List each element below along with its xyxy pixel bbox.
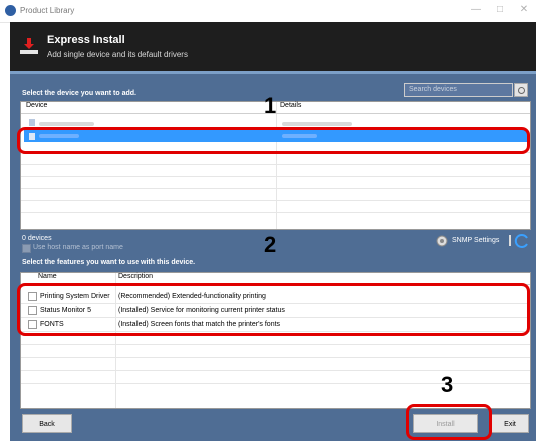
row-divider — [21, 176, 530, 177]
row-divider — [21, 370, 530, 371]
minimize-button[interactable]: — — [466, 4, 486, 15]
highlight-box-2 — [17, 283, 530, 336]
description-column-header: Description — [118, 273, 154, 280]
exit-button[interactable]: Exit — [491, 414, 529, 433]
name-column-header: Name — [38, 273, 57, 280]
refresh-icon[interactable] — [514, 233, 530, 249]
device-section-label: Select the device you want to add. — [22, 90, 136, 97]
row-divider — [21, 188, 530, 189]
device-icon — [29, 119, 35, 126]
page-subtitle: Add single device and its default driver… — [47, 50, 188, 59]
title-bar: Product Library — □ ✕ — [0, 0, 536, 23]
annotation-2: 2 — [264, 232, 277, 257]
app-icon — [5, 5, 16, 16]
highlight-box-3 — [406, 404, 492, 440]
device-count: 0 devices — [22, 235, 52, 242]
annotation-1: 1 — [264, 93, 277, 118]
divider — [509, 235, 511, 246]
highlight-box-1 — [17, 127, 530, 154]
search-icon[interactable] — [514, 83, 528, 97]
features-section-label: Select the features you want to use with… — [22, 259, 196, 266]
close-button[interactable]: ✕ — [514, 4, 534, 15]
device-table: Device Details — [20, 101, 531, 230]
row-divider — [21, 212, 530, 213]
snmp-settings-icon[interactable] — [436, 234, 450, 248]
window-title: Product Library — [20, 6, 75, 15]
row-divider — [21, 164, 530, 165]
device-details-redacted — [282, 122, 352, 126]
host-name-checkbox[interactable] — [22, 244, 31, 253]
express-install-header: Express Install Add single device and it… — [10, 22, 536, 74]
download-icon — [20, 38, 38, 54]
device-name-redacted — [39, 122, 94, 126]
row-divider — [21, 200, 530, 201]
device-column-header: Device — [26, 102, 48, 109]
annotation-3: 3 — [441, 372, 454, 397]
snmp-settings-link[interactable]: SNMP Settings — [452, 237, 499, 244]
row-divider — [21, 344, 530, 345]
row-divider — [21, 357, 530, 358]
row-divider — [21, 383, 530, 384]
page-title: Express Install — [47, 34, 125, 46]
host-name-label: Use host name as port name — [33, 244, 123, 251]
search-input[interactable]: Search devices — [404, 83, 513, 97]
details-column-header: Details — [280, 102, 302, 109]
maximize-button[interactable]: □ — [490, 4, 510, 15]
back-button[interactable]: Back — [22, 414, 72, 433]
